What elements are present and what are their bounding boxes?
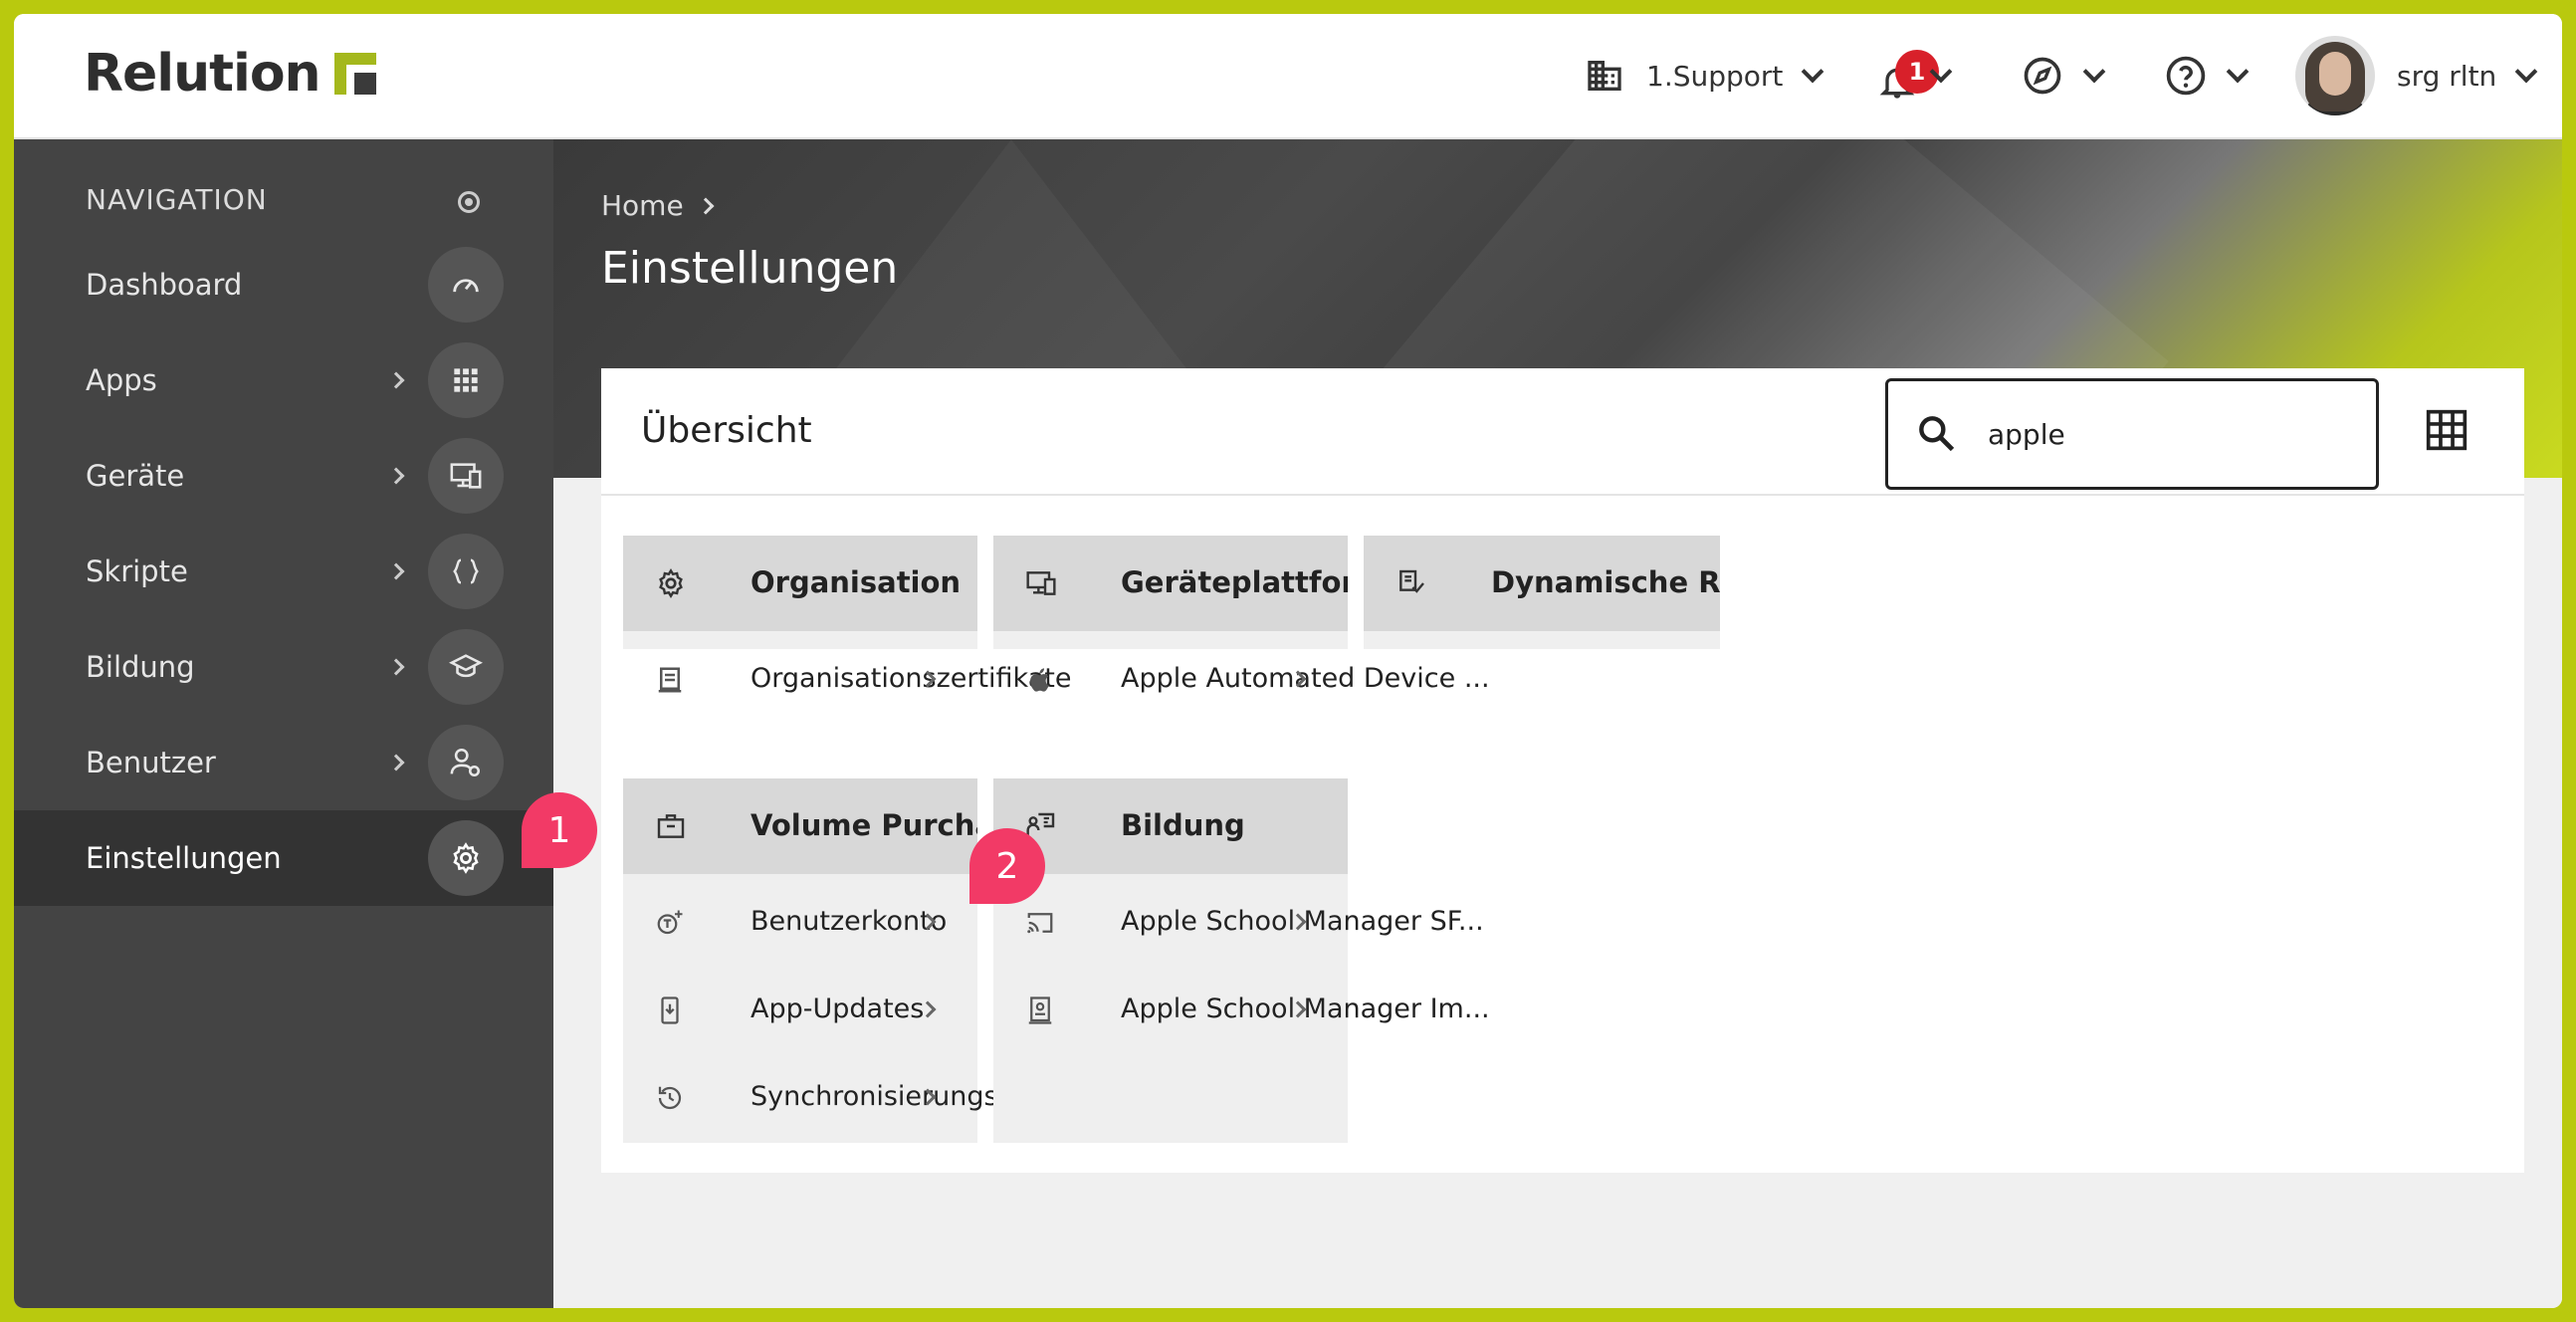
sidebar-item-dashboard[interactable]: Dashboard [14, 237, 553, 332]
card-title: Volume Purchase Programm (VPP) [751, 808, 977, 842]
avatar [2295, 36, 2375, 115]
logo[interactable]: Relution [84, 44, 376, 104]
card-header: Geräteplattformspezifisch [993, 536, 1348, 631]
user-gear-icon [428, 725, 504, 800]
devices-icon [428, 438, 504, 514]
breadcrumb: Home [601, 189, 715, 222]
logo-text: Relution [84, 44, 322, 104]
card-dynamische-richtlinienzuweisung: Dynamische Richtlinienzuweisung iBeacons [1364, 536, 1720, 649]
card-header: Organisation [623, 536, 977, 631]
search-input[interactable] [1988, 411, 2346, 457]
annotation-bubble-2: 2 [969, 828, 1045, 904]
notifications-button[interactable]: 1 [1877, 44, 1953, 108]
panel-header: Übersicht [601, 368, 2524, 496]
logo-mark-icon [333, 53, 376, 95]
card-title: Bildung [1121, 808, 1245, 842]
navigation-header: NAVIGATION [86, 183, 268, 216]
list-item-ibeacons[interactable]: iBeacons [1364, 635, 1720, 649]
sidebar-item-label: Bildung [86, 650, 195, 684]
list-item-label: Benutzerkonto [751, 906, 948, 937]
sidebar-item-label: Einstellungen [86, 841, 282, 875]
chevron-right-icon [387, 754, 405, 771]
card-volume-purchase-programm: Volume Purchase Programm (VPP) Benutzerk… [623, 778, 1099, 1143]
list-item-benutzerkonto[interactable]: Benutzerkonto [623, 878, 977, 966]
cast-icon [1027, 913, 1053, 934]
chevron-right-icon [387, 658, 405, 676]
history-icon [658, 1086, 682, 1110]
card-title: Geräteplattformspezifisch [1121, 565, 1348, 599]
briefcase-icon [657, 814, 685, 838]
sidebar-item-label: Benutzer [86, 746, 216, 779]
graduation-cap-icon [428, 629, 504, 705]
help-menu-button[interactable] [2164, 44, 2250, 108]
list-item-apple-school-manager-sf[interactable]: Apple School Manager SF... [993, 878, 1484, 966]
sidebar-item-label: Dashboard [86, 268, 243, 302]
gauge-icon [428, 247, 504, 323]
building-icon [1588, 61, 1621, 91]
card-header: Dynamische Richtlinienzuweisung [1364, 536, 1720, 631]
sidebar-item-label: Geräte [86, 459, 185, 493]
card-bildung: Bildung Apple School Manager SF... Apple… [993, 778, 1490, 1143]
card-title: Dynamische Richtlinienzuweisung [1491, 565, 1720, 599]
breadcrumb-home-link[interactable]: Home [601, 189, 684, 222]
sidebar-item-bildung[interactable]: Bildung [14, 619, 553, 715]
devices-icon [1026, 571, 1056, 595]
id-badge-icon [1028, 996, 1052, 1024]
pin-toggle-icon[interactable] [458, 191, 480, 213]
grid-icon [428, 342, 504, 418]
chevron-down-icon [2226, 60, 2250, 84]
list-item-app-updates[interactable]: App-Updates [623, 966, 977, 1053]
sidebar-item-label: Skripte [86, 554, 188, 588]
sidebar: NAVIGATION Dashboard Apps Geräte Skripte [14, 139, 553, 1308]
organization-selector[interactable]: 1.Support [1585, 44, 1825, 108]
gear-icon [428, 820, 504, 896]
search-box[interactable] [1885, 378, 2379, 490]
organization-label: 1.Support [1646, 59, 1784, 93]
sidebar-item-label: Apps [86, 363, 157, 397]
help-icon [2166, 56, 2206, 96]
sidebar-item-benutzer[interactable]: Benutzer [14, 715, 553, 810]
braces-icon [428, 534, 504, 609]
token-icon [657, 910, 683, 935]
app-window: Relution 1.Support 1 srg rltn NAVIGATION… [14, 14, 2562, 1308]
chevron-down-icon [2514, 60, 2538, 84]
list-item-apple-automated-device[interactable]: Apple Automated Device ... [993, 635, 1490, 723]
user-menu-button[interactable]: srg rltn [2295, 36, 2538, 115]
chevron-right-icon [387, 562, 405, 580]
card-title: Organisation [751, 565, 962, 599]
chevron-down-icon [2082, 60, 2106, 84]
sidebar-item-geraete[interactable]: Geräte [14, 428, 553, 524]
chevron-right-icon [387, 467, 405, 485]
overview-panel: Übersicht Organisation Organisationszert… [601, 368, 2524, 1173]
annotation-bubble-1: 1 [522, 792, 597, 868]
list-item-synchronisierungshistorie[interactable]: Synchronisierungshistorie [623, 1053, 1099, 1141]
phone-download-icon [661, 996, 679, 1024]
compass-icon [2024, 57, 2061, 95]
sidebar-item-apps[interactable]: Apps [14, 332, 553, 428]
chevron-right-icon [697, 197, 715, 214]
policy-icon [1399, 569, 1424, 593]
sidebar-item-skripte[interactable]: Skripte [14, 524, 553, 619]
grid-view-icon[interactable] [2425, 408, 2469, 452]
card-organisation: Organisation Organisationszertifikate [623, 536, 1071, 694]
card-geraeteplattformspezifisch: Geräteplattformspezifisch Apple Automate… [993, 536, 1490, 694]
top-bar: Relution 1.Support 1 srg rltn [14, 14, 2562, 139]
gear-icon [659, 568, 683, 598]
apple-icon [1030, 668, 1049, 692]
sidebar-item-einstellungen[interactable]: Einstellungen [14, 810, 553, 906]
main-content: Home Einstellungen Übersicht Organisatio… [553, 139, 2562, 1308]
user-name: srg rltn [2397, 59, 2497, 93]
card-header: Volume Purchase Programm (VPP) [623, 778, 977, 874]
chevron-right-icon [387, 371, 405, 389]
list-item-apple-school-manager-im[interactable]: Apple School Manager Im... [993, 966, 1490, 1053]
panel-title: Übersicht [641, 410, 812, 451]
page-title: Einstellungen [601, 243, 899, 294]
compass-menu-button[interactable] [2021, 44, 2106, 108]
list-item-organisationszertifikate[interactable]: Organisationszertifikate [623, 635, 1071, 723]
search-icon [1919, 416, 1955, 452]
certificate-icon [658, 667, 682, 693]
card-header: Bildung [993, 778, 1348, 874]
chevron-down-icon [1802, 60, 1825, 84]
list-item-label: App-Updates [751, 993, 925, 1024]
